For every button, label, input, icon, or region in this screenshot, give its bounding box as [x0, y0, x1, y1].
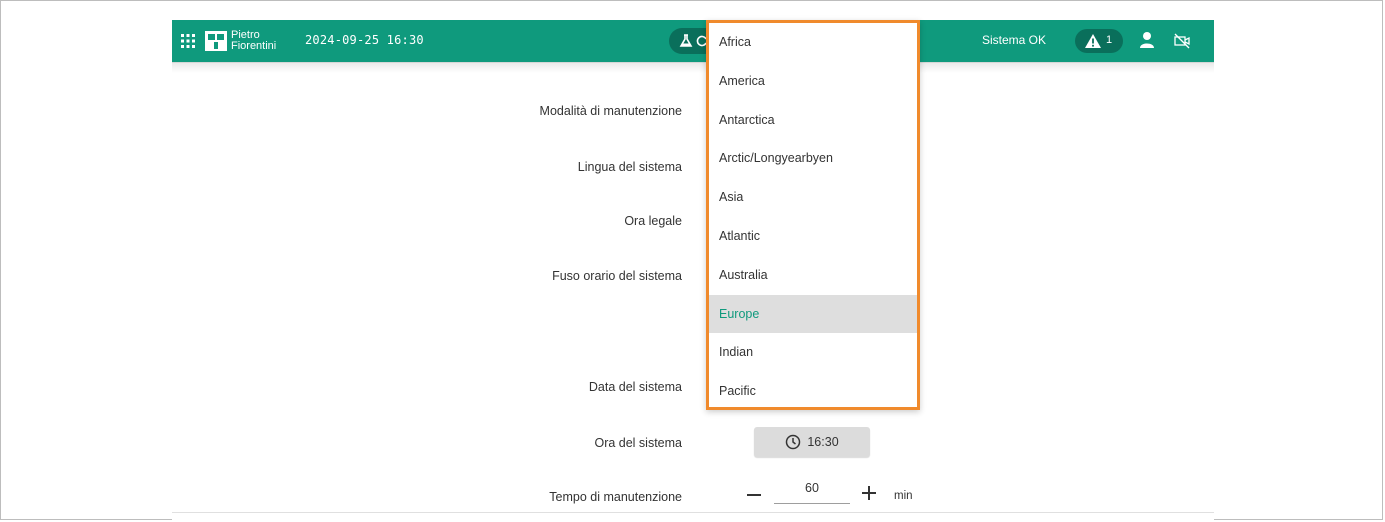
bottom-divider	[172, 512, 1214, 521]
warning-icon	[1085, 34, 1101, 48]
minus-icon[interactable]	[745, 486, 763, 504]
timezone-option-america[interactable]: America	[709, 62, 917, 101]
topbar-divider	[172, 62, 1214, 73]
timezone-option-pacific[interactable]: Pacific	[709, 372, 917, 407]
timezone-option-asia[interactable]: Asia	[709, 178, 917, 217]
system-date-label: Data del sistema	[588, 380, 682, 394]
timezone-option-antarctica[interactable]: Antarctica	[709, 101, 917, 140]
top-bar: Pietro Fiorentini 2024-09-25 16:30 Siste…	[172, 20, 1214, 62]
brand-logo: Pietro Fiorentini	[205, 29, 276, 53]
timezone-option-australia[interactable]: Australia	[709, 256, 917, 295]
alarm-count: 1	[1106, 34, 1113, 46]
flask-icon	[679, 34, 693, 47]
timezone-option-indian[interactable]: Indian	[709, 333, 917, 372]
timezone-option-africa[interactable]: Africa	[709, 23, 917, 62]
logo-mark-icon	[205, 31, 227, 51]
logo-text: Pietro Fiorentini	[231, 30, 276, 52]
system-time-value: 16:30	[807, 435, 839, 449]
logo-line-2: Fiorentini	[231, 40, 277, 52]
clock-icon	[786, 434, 801, 450]
maintenance-time-unit: min	[894, 490, 913, 502]
maintenance-time-input[interactable]: 60	[774, 481, 850, 504]
timezone-option-atlantic[interactable]: Atlantic	[709, 217, 917, 256]
apps-grid-icon[interactable]	[181, 34, 195, 48]
maintenance-mode-label: Modalità di manutenzione	[539, 104, 682, 118]
header-datetime: 2024-09-25 16:30	[305, 33, 424, 47]
plus-icon[interactable]	[861, 485, 877, 501]
alarm-pill[interactable]: 1	[1075, 29, 1123, 53]
user-icon[interactable]	[1139, 31, 1155, 49]
maintenance-time-label: Tempo di manutenzione	[549, 490, 682, 504]
timezone-option-europe[interactable]: Europe	[709, 294, 917, 334]
app-window: Pietro Fiorentini 2024-09-25 16:30 Siste…	[172, 20, 1214, 520]
system-time-button[interactable]: 16:30	[754, 427, 870, 457]
timezone-option-arctic[interactable]: Arctic/Longyearbyen	[709, 139, 917, 178]
camera-off-icon[interactable]	[1174, 33, 1190, 49]
timezone-label: Fuso orario del sistema	[552, 269, 682, 283]
dst-label: Ora legale	[624, 214, 682, 228]
system-status: Sistema OK	[982, 33, 1047, 47]
timezone-dropdown-menu[interactable]: Africa America Antarctica Arctic/Longyea…	[706, 20, 920, 410]
system-language-label: Lingua del sistema	[577, 160, 682, 174]
system-time-label: Ora del sistema	[594, 436, 682, 450]
